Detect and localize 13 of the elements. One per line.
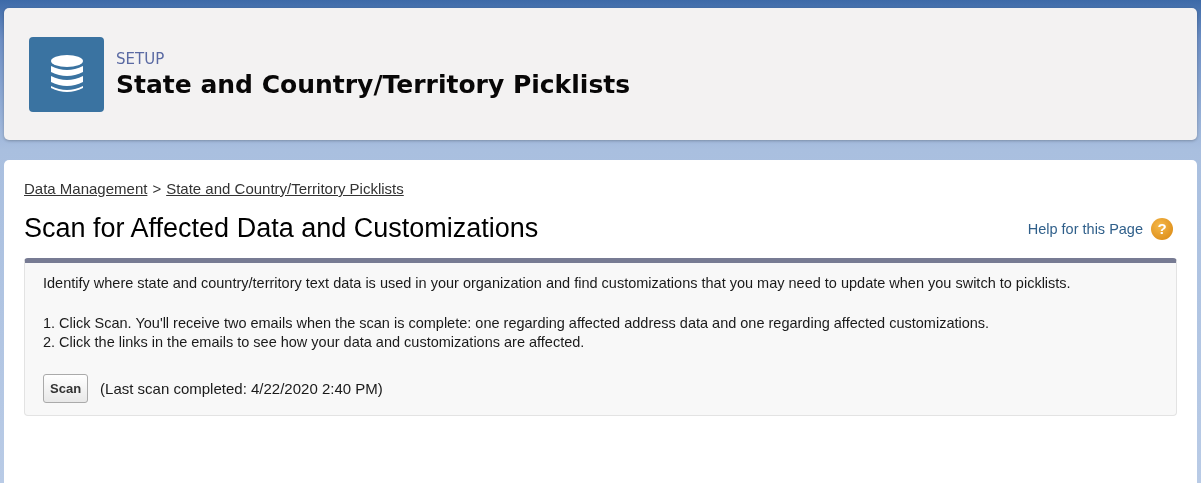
help-link[interactable]: Help for this Page	[1027, 220, 1143, 237]
instruction-step: 1. Click Scan. You'll receive two emails when the scan is complete: one regarding affected address data and one regarding affected customizations.	[43, 314, 1158, 333]
section-title: Scan for Affected Data and Customizations	[24, 213, 539, 244]
last-scan-status: (Last scan completed: 4/22/2020 2:40 PM)	[100, 380, 383, 397]
intro-text: Identify where state and country/territory text data is used in your organization and find customizations that you may need to update when you switch to picklists.	[43, 274, 1072, 293]
page-header-title: State and Country/Territory Picklists	[116, 69, 631, 99]
database-icon	[29, 36, 104, 112]
eyebrow-label: SETUP	[116, 49, 166, 68]
instruction-step: 2. Click the links in the emails to see how your data and customizations are affected.	[43, 333, 1158, 352]
breadcrumb-link[interactable]: Data Management	[24, 180, 148, 197]
scan-button[interactable]: Scan	[43, 374, 89, 403]
breadcrumb-separator: >	[152, 180, 162, 197]
breadcrumb-link[interactable]: State and Country/Territory Picklists	[166, 180, 404, 197]
